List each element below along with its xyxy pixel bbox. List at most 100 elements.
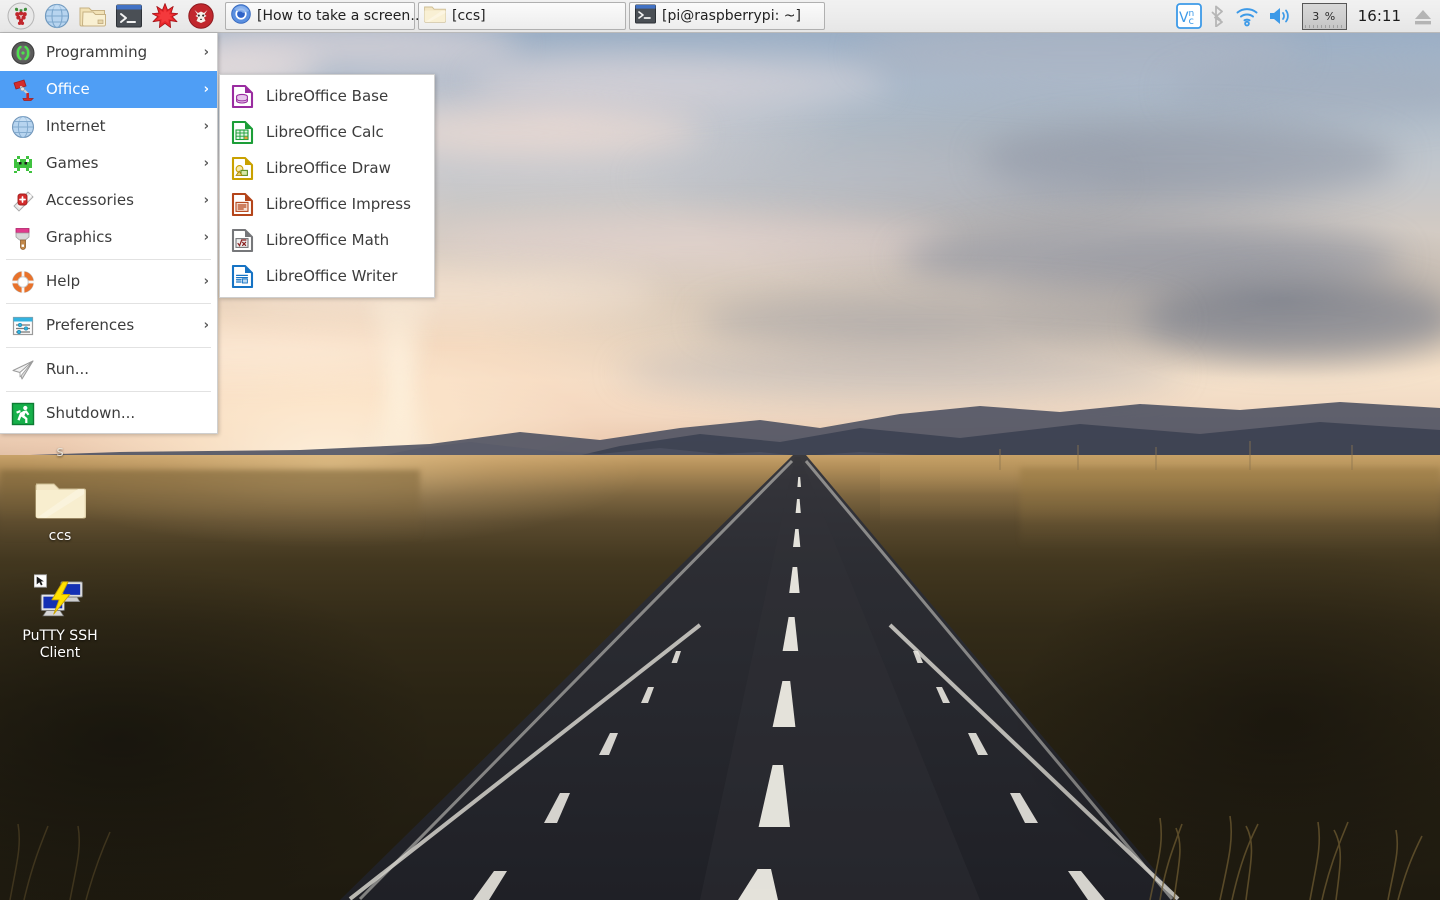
desktop-icon-label: PuTTY SSH Client (22, 628, 98, 661)
folder-icon (424, 5, 446, 28)
chevron-right-icon: › (203, 230, 209, 245)
chevron-right-icon: › (203, 82, 209, 97)
cloud (980, 120, 1400, 198)
vnc-icon[interactable]: V n c (1175, 3, 1202, 29)
task-button-chromium[interactable]: [How to take a screen…] (225, 2, 430, 30)
cloud (430, 215, 950, 267)
menu-item-games[interactable]: Games › (0, 145, 217, 182)
grass-tufts (1149, 815, 1423, 900)
desktop-icon-label: ccs (48, 528, 72, 544)
eject-icon[interactable] (1412, 6, 1434, 26)
menu-item-label: Games (46, 154, 99, 172)
submenu-item-libreoffice-writer[interactable]: LibreOffice Writer (220, 258, 434, 294)
desktop-stray-label: s (56, 444, 64, 460)
task-button-filemanager[interactable]: [ccs] (418, 2, 626, 30)
office-lamp-icon (10, 77, 35, 102)
file-manager-icon[interactable] (77, 1, 109, 31)
bluetooth-icon[interactable] (1211, 5, 1226, 27)
chevron-right-icon: › (203, 193, 209, 208)
menu-item-label: Office (46, 80, 90, 98)
graphics-brush-icon (10, 225, 35, 250)
libreoffice-writer-icon (230, 264, 254, 288)
menu-item-label: Run... (46, 360, 90, 378)
menu-item-preferences[interactable]: Preferences › (0, 307, 217, 344)
chevron-right-icon: › (203, 318, 209, 333)
application-menu: Programming › Office › Internet › Games … (0, 33, 218, 434)
field-right (1020, 468, 1440, 548)
wifi-icon[interactable] (1235, 5, 1259, 27)
menu-separator (6, 303, 211, 304)
raspberry-menu-icon[interactable] (5, 1, 37, 31)
utility-poles (999, 441, 1353, 470)
cloud (1140, 280, 1440, 360)
menu-item-office[interactable]: Office › (0, 71, 217, 108)
menu-item-label: Programming (46, 43, 148, 61)
submenu-item-libreoffice-draw[interactable]: LibreOffice Draw (220, 150, 434, 186)
task-button-terminal[interactable]: [pi@raspberrypi: ~] (629, 2, 825, 30)
desktop-icon-putty[interactable]: PuTTY SSH Client (8, 572, 112, 662)
preferences-icon (10, 313, 35, 338)
menu-item-label: Preferences (46, 316, 135, 334)
cpu-monitor[interactable]: 3 % (1301, 2, 1347, 30)
shutdown-exit-icon (10, 401, 35, 426)
chromium-icon (231, 4, 251, 28)
menu-separator (6, 391, 211, 392)
desktop-icon-ccs[interactable]: ccs (8, 472, 112, 545)
menu-item-label: Accessories (46, 191, 134, 209)
menu-item-internet[interactable]: Internet › (0, 108, 217, 145)
run-plane-icon (10, 357, 35, 382)
web-browser-icon[interactable] (41, 1, 73, 31)
desktop-screen: ccs PuTTY SSH Client s [How to take a sc… (0, 0, 1440, 900)
volume-icon[interactable] (1268, 5, 1293, 27)
menu-item-label: Internet (46, 117, 106, 135)
accessories-knife-icon (10, 188, 35, 213)
wolfram-icon[interactable] (185, 1, 217, 31)
folder-icon (34, 472, 86, 524)
menu-item-label: Help (46, 272, 81, 290)
submenu-item-libreoffice-base[interactable]: LibreOffice Base (220, 78, 434, 114)
terminal-icon[interactable] (113, 1, 145, 31)
menu-item-label: Shutdown... (46, 404, 136, 422)
grass-tufts-left (9, 823, 111, 900)
system-tray: V n c 3 % 16:11 (1175, 0, 1440, 32)
mathematica-icon[interactable] (149, 1, 181, 31)
menu-separator (6, 347, 211, 348)
menu-item-graphics[interactable]: Graphics › (0, 219, 217, 256)
submenu-item-label: LibreOffice Base (266, 87, 389, 105)
libreoffice-base-icon (230, 84, 254, 108)
programming-icon (10, 40, 35, 65)
help-lifering-icon (10, 269, 35, 294)
clock[interactable]: 16:11 (1356, 7, 1403, 25)
submenu-item-label: LibreOffice Impress (266, 195, 411, 213)
cpu-monitor-label: 3 % (1312, 9, 1337, 23)
svg-text:V: V (1179, 10, 1189, 26)
submenu-item-label: LibreOffice Math (266, 231, 390, 249)
libreoffice-draw-icon (230, 156, 254, 180)
submenu-item-libreoffice-math[interactable]: LibreOffice Math (220, 222, 434, 258)
menu-item-run[interactable]: Run... (0, 351, 217, 388)
svg-text:c: c (1188, 16, 1194, 27)
taskbar: [How to take a screen…] [ccs] [pi@raspbe… (0, 0, 1440, 33)
task-button-label: [pi@raspberrypi: ~] (662, 8, 801, 24)
office-submenu: LibreOffice Base LibreOffice Calc LibreO… (219, 74, 435, 298)
libreoffice-math-icon (230, 228, 254, 252)
chevron-right-icon: › (203, 274, 209, 289)
menu-item-label: Graphics (46, 228, 113, 246)
libreoffice-calc-icon (230, 120, 254, 144)
menu-item-shutdown[interactable]: Shutdown... (0, 395, 217, 432)
globe-icon (10, 114, 35, 139)
menu-separator (6, 259, 211, 260)
chevron-right-icon: › (203, 45, 209, 60)
menu-item-programming[interactable]: Programming › (0, 34, 217, 71)
chevron-right-icon: › (203, 119, 209, 134)
submenu-item-label: LibreOffice Calc (266, 123, 384, 141)
cloud (700, 290, 1180, 350)
submenu-item-libreoffice-calc[interactable]: LibreOffice Calc (220, 114, 434, 150)
menu-item-accessories[interactable]: Accessories › (0, 182, 217, 219)
menu-item-help[interactable]: Help › (0, 263, 217, 300)
task-button-label: [How to take a screen…] (257, 8, 430, 24)
submenu-item-libreoffice-impress[interactable]: LibreOffice Impress (220, 186, 434, 222)
launcher-bar (0, 1, 217, 31)
task-list: [How to take a screen…] [ccs] [pi@raspbe… (225, 2, 825, 30)
submenu-item-label: LibreOffice Draw (266, 159, 391, 177)
